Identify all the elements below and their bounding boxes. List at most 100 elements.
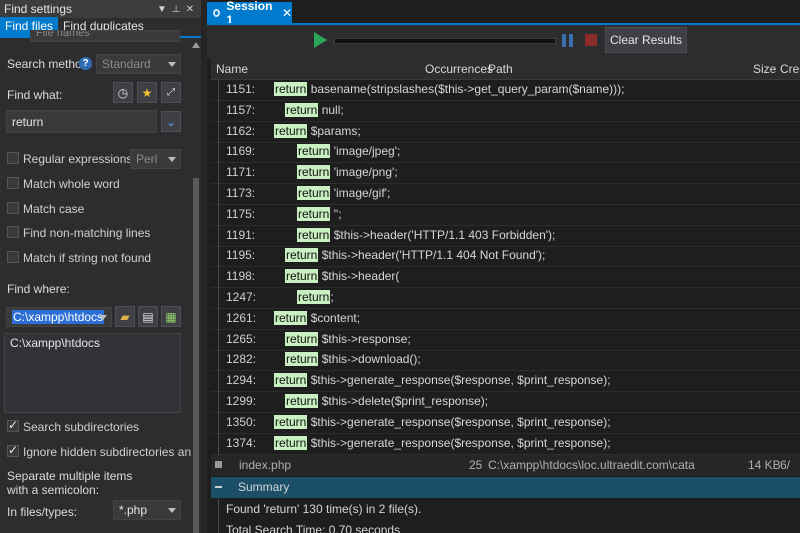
line-text: null;: [318, 102, 344, 117]
chevron-down-icon: [168, 62, 176, 67]
panel-title: Find settings: [4, 2, 73, 16]
line-number: 1247:: [226, 290, 257, 304]
line-number: 1294:: [226, 373, 257, 388]
line-text: 'image/gif';: [330, 186, 391, 200]
play-icon[interactable]: [314, 32, 327, 48]
line-code: return 'image/png';: [297, 165, 398, 180]
pin-icon[interactable]: ⊥: [169, 4, 183, 15]
tree-line: [218, 100, 219, 122]
match-whole-word-label: Match whole word: [23, 177, 120, 191]
result-line-row[interactable]: 1175: return '';: [211, 204, 800, 226]
result-line-row[interactable]: 1265: return $this->response;: [211, 329, 800, 351]
clear-results-button[interactable]: Clear Results: [605, 27, 687, 53]
find-where-select[interactable]: C:\xampp\htdocs: [6, 307, 112, 327]
result-line-row[interactable]: 1261: return $content;: [211, 308, 800, 330]
regex-checkbox[interactable]: [7, 152, 19, 164]
dropdown-icon[interactable]: ▼: [155, 4, 169, 15]
pause-icon[interactable]: [562, 34, 574, 47]
match-highlight: return: [274, 123, 308, 138]
result-line-row[interactable]: 1299: return $this->delete($print_respons…: [211, 392, 800, 413]
file-size: 14 KB: [748, 458, 781, 473]
file-created: 6/: [780, 458, 791, 473]
match-highlight: return: [297, 227, 331, 242]
line-text: 'image/png';: [330, 165, 398, 180]
search-subdirectories-checkbox[interactable]: [7, 418, 19, 432]
find-what-dropdown-button[interactable]: ⌄: [161, 111, 181, 132]
file-name: index.php: [239, 458, 292, 473]
result-line-row[interactable]: 1162: return $params;: [211, 121, 800, 143]
ignore-hidden-checkbox[interactable]: [7, 443, 19, 457]
browse-folder-icon[interactable]: ▰: [115, 306, 135, 327]
result-line-row[interactable]: 1198: return $this->header(: [211, 267, 800, 289]
collapse-icon[interactable]: [215, 486, 222, 489]
line-code: return $this->generate_response($respons…: [274, 435, 611, 450]
tree-line: [218, 350, 219, 372]
result-line-row[interactable]: 1195: return $this->header('HTTP/1.1 404 …: [211, 246, 800, 268]
stop-icon[interactable]: [585, 34, 597, 46]
summary-row: Found 'return' 130 time(s) in 2 file(s).: [211, 499, 800, 520]
line-code: return basename(stripslashes($this->get_…: [274, 82, 625, 96]
scroll-up-icon[interactable]: [192, 42, 200, 48]
result-line-row[interactable]: 1191: return $this->header('HTTP/1.1 403 …: [211, 225, 800, 247]
line-text: ;: [330, 290, 334, 304]
session-toolbar: Clear Results: [207, 23, 800, 59]
result-line-row[interactable]: 1294: return $this->generate_response($re…: [211, 371, 800, 393]
find-where-list-item[interactable]: C:\xampp\htdocs: [10, 336, 100, 350]
regex-engine-select[interactable]: Perl: [130, 149, 181, 169]
line-code: return $this->delete($print_response);: [285, 394, 488, 408]
scrollbar-thumb[interactable]: [193, 178, 199, 533]
in-files-select[interactable]: *.php: [113, 500, 181, 520]
close-icon[interactable]: ✕: [282, 6, 292, 20]
search-progress-bar: [334, 38, 556, 44]
find-where-list[interactable]: C:\xampp\htdocs: [4, 333, 181, 413]
column-occurrences[interactable]: Occurrences: [425, 62, 493, 76]
search-method-select[interactable]: Standard: [96, 54, 181, 74]
tab-session-1[interactable]: Session 1 ✕: [207, 0, 292, 27]
column-created[interactable]: Crea: [780, 62, 800, 76]
results-column-header: Name Occurrences Path Size Crea: [211, 59, 800, 80]
add-folder-icon[interactable]: ▦: [161, 306, 181, 327]
chevron-down-icon: [99, 315, 107, 320]
result-line-row[interactable]: 1171: return 'image/png';: [211, 163, 800, 185]
find-where-value: C:\xampp\htdocs: [12, 310, 105, 324]
history-icon[interactable]: ◷: [113, 82, 133, 103]
summary-found-text: Found 'return' 130 time(s) in 2 file(s).: [226, 502, 422, 516]
help-icon[interactable]: ?: [79, 57, 92, 70]
line-code: return;: [297, 290, 334, 304]
file-result-row[interactable]: index.php 25 C:\xampp\htdocs\loc.ultraedit…: [211, 455, 800, 477]
result-line-row[interactable]: 1173: return 'image/gif';: [211, 184, 800, 205]
add-file-icon[interactable]: ▤: [138, 306, 158, 327]
result-line-row[interactable]: 1374: return $this->generate_response($re…: [211, 433, 800, 455]
file-names-combo[interactable]: File names: [30, 30, 180, 42]
find-what-input[interactable]: return: [6, 110, 157, 133]
match-if-not-found-checkbox[interactable]: [7, 251, 19, 263]
match-highlight: return: [285, 394, 319, 408]
result-line-row[interactable]: 1157: return null;: [211, 100, 800, 122]
find-non-matching-checkbox[interactable]: [7, 226, 19, 238]
tree-line: [218, 433, 219, 455]
result-line-row[interactable]: 1247: return;: [211, 288, 800, 309]
result-line-row[interactable]: 1151: return basename(stripslashes($this-…: [211, 80, 800, 101]
summary-header[interactable]: Summary: [211, 477, 800, 499]
expand-icon[interactable]: ⤢: [161, 82, 181, 103]
line-code: return $this->header('HTTP/1.1 403 Forbi…: [297, 227, 555, 242]
line-text: 'image/jpeg';: [330, 144, 401, 159]
splitter[interactable]: [201, 0, 207, 533]
panel-scrollbar[interactable]: [191, 38, 201, 533]
result-line-row[interactable]: 1169: return 'image/jpeg';: [211, 142, 800, 164]
favorites-star-icon[interactable]: ★: [137, 82, 157, 103]
line-text: $this->header('HTTP/1.1 404 Not Found');: [318, 248, 546, 263]
match-whole-word-checkbox[interactable]: [7, 177, 19, 189]
line-code: return $this->generate_response($respons…: [274, 373, 611, 388]
column-path[interactable]: Path: [488, 62, 513, 76]
match-case-checkbox[interactable]: [7, 202, 19, 214]
tree-line: [218, 80, 219, 101]
line-text: $content;: [307, 310, 361, 325]
close-icon[interactable]: ✕: [183, 4, 197, 15]
expand-icon[interactable]: [215, 461, 222, 469]
column-size[interactable]: Size: [753, 62, 776, 76]
result-line-row[interactable]: 1350: return $this->generate_response($re…: [211, 412, 800, 434]
result-line-row[interactable]: 1282: return $this->download();: [211, 350, 800, 372]
summary-row: Total Search Time: 0.70 seconds: [211, 519, 800, 533]
column-name[interactable]: Name: [216, 62, 248, 76]
